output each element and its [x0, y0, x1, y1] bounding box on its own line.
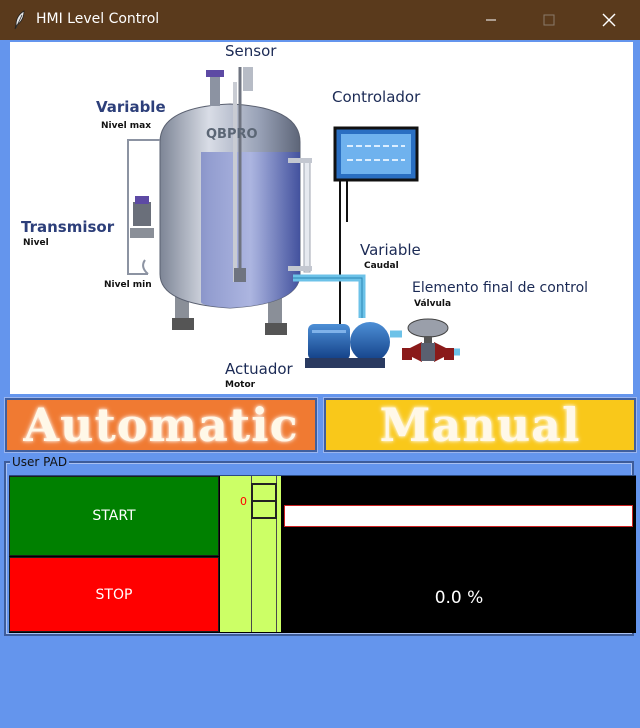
slider-value: 0: [240, 495, 247, 508]
label-controlador: Controlador: [332, 88, 421, 106]
slider-thumb[interactable]: [251, 483, 277, 519]
pump-motor: [305, 322, 390, 368]
tank: QBPRO: [159, 67, 301, 309]
process-diagram: QBPRO Sensor Controlador Variable Nivel …: [10, 42, 633, 394]
controller-device: [333, 126, 419, 342]
label-nivel-max: Nivel max: [101, 121, 151, 131]
level-progress-bar: [284, 505, 633, 527]
setpoint-slider-panel: 0: [220, 476, 281, 632]
label-nivel: Nivel: [23, 238, 49, 248]
control-valve: [402, 318, 454, 362]
level-display: [283, 476, 635, 632]
stop-button[interactable]: STOP: [9, 557, 219, 632]
label-variable-top: Variable: [96, 98, 166, 116]
sensor-device: [206, 67, 253, 106]
label-transmisor: Transmisor: [21, 218, 115, 236]
window-title: HMI Level Control: [36, 11, 160, 27]
maximize-icon: [543, 14, 555, 26]
minimize-icon: [486, 19, 496, 21]
label-actuador: Actuador: [225, 360, 294, 378]
close-icon: [602, 13, 616, 27]
level-percent-text: 0.0 %: [434, 588, 484, 608]
start-button[interactable]: START: [9, 476, 219, 556]
label-nivel-min: Nivel min: [104, 280, 152, 290]
label-motor: Motor: [225, 380, 256, 390]
transmitter-device: [127, 139, 160, 275]
title-bar: HMI Level Control: [0, 0, 640, 40]
minimize-button[interactable]: [468, 0, 514, 40]
label-variable-flow: Variable: [360, 241, 421, 259]
close-button[interactable]: [586, 0, 632, 40]
user-pad-label: User PAD: [10, 455, 70, 469]
automatic-mode-button[interactable]: Automatic: [4, 397, 318, 453]
maximize-button[interactable]: [526, 0, 572, 40]
manual-mode-button[interactable]: Manual: [323, 397, 637, 453]
feather-icon: [13, 10, 27, 30]
label-caudal: Caudal: [364, 261, 399, 271]
label-elemento-final: Elemento final de control: [412, 280, 588, 296]
brand-logo-text: QBPRO: [206, 127, 258, 142]
label-valvula: Válvula: [414, 299, 451, 309]
label-sensor: Sensor: [225, 42, 277, 60]
